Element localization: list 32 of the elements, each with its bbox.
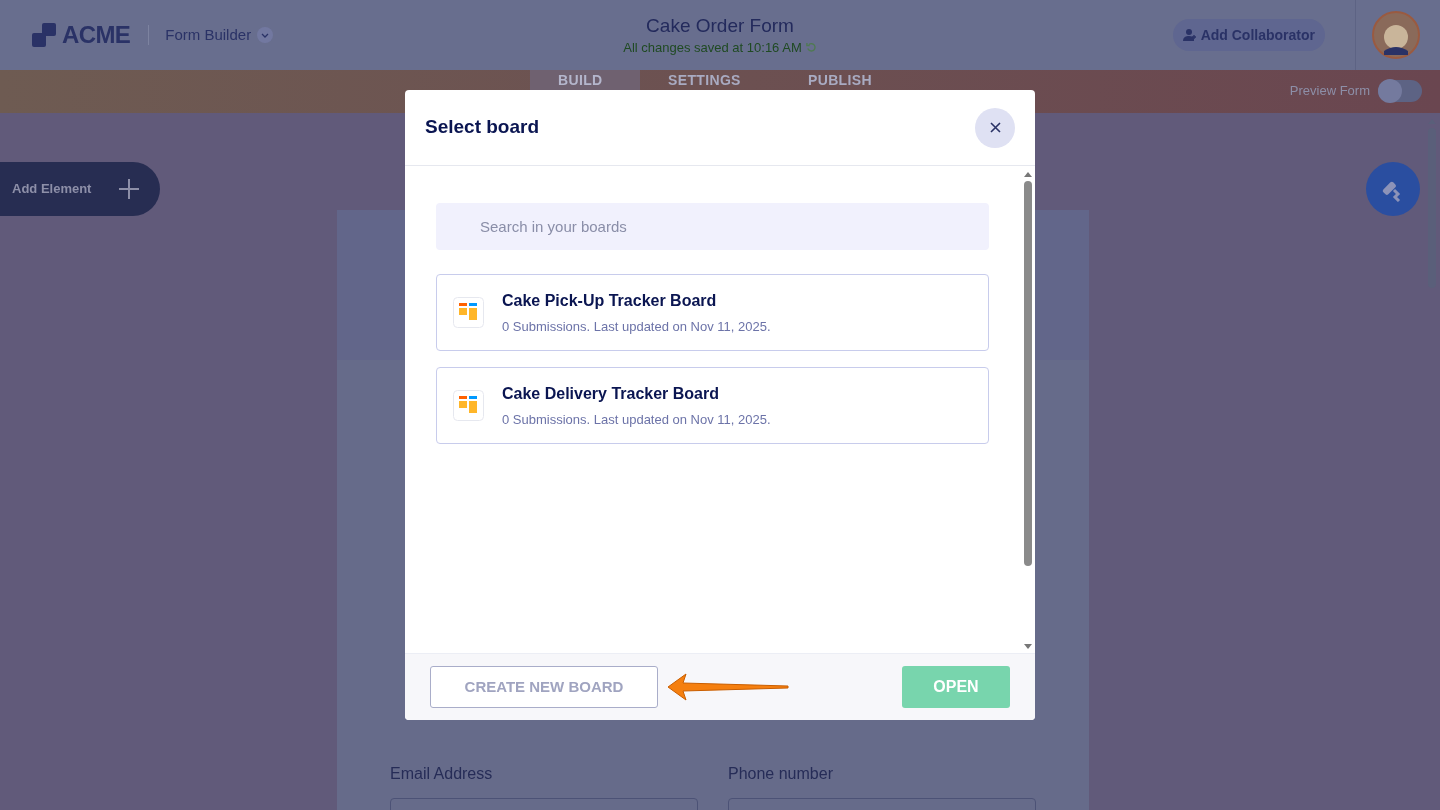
nav-tab[interactable]: SETTINGS (640, 71, 769, 89)
preview-form-label: Preview Form (1289, 82, 1370, 101)
dialog-title: Select board (425, 115, 540, 140)
board-item[interactable]: Cake Delivery Tracker Board 0 Submissions. Last updated on Nov 11, 2025. (436, 367, 989, 444)
plus-icon (119, 179, 140, 199)
nav-tab[interactable]: PUBLISH (780, 71, 900, 89)
add-user-icon (1182, 28, 1197, 42)
save-status: All changes saved at 10:16 AM (623, 39, 802, 57)
board-name: Cake Delivery Tracker Board (502, 383, 720, 404)
close-button[interactable] (975, 107, 1015, 148)
form-title: Cake Order Form (646, 14, 794, 38)
logo-icon (32, 23, 58, 47)
logo-text: ACME (62, 20, 131, 50)
board-meta: 0 Submissions. Last updated on Nov 11, 2025. (502, 410, 771, 429)
preview-toggle[interactable] (1378, 80, 1422, 102)
scrollbar-thumb[interactable] (1024, 181, 1032, 566)
app-menu-button[interactable]: Form Builder (165, 23, 274, 47)
board-name: Cake Pick-Up Tracker Board (502, 290, 718, 311)
board-icon (453, 297, 484, 328)
field-label: Phone number (728, 764, 834, 784)
create-new-board-button[interactable]: CREATE NEW BOARD (430, 666, 658, 708)
board-icon (453, 390, 484, 421)
close-icon (989, 122, 1001, 133)
add-element-button[interactable]: Add Element (0, 162, 160, 216)
paint-roller-button[interactable] (1366, 162, 1420, 216)
refresh-icon (805, 42, 817, 54)
search-field[interactable]: Search in your boards (436, 203, 989, 250)
chevron-down-icon (257, 27, 274, 43)
board-meta: 0 Submissions. Last updated on Nov 11, 2025. (502, 317, 771, 336)
board-item[interactable]: Cake Pick-Up Tracker Board 0 Submissions. Last updated on Nov 11, 2025. (436, 274, 989, 351)
field-label: Email Address (390, 764, 494, 784)
avatar-icon[interactable] (1372, 11, 1420, 59)
